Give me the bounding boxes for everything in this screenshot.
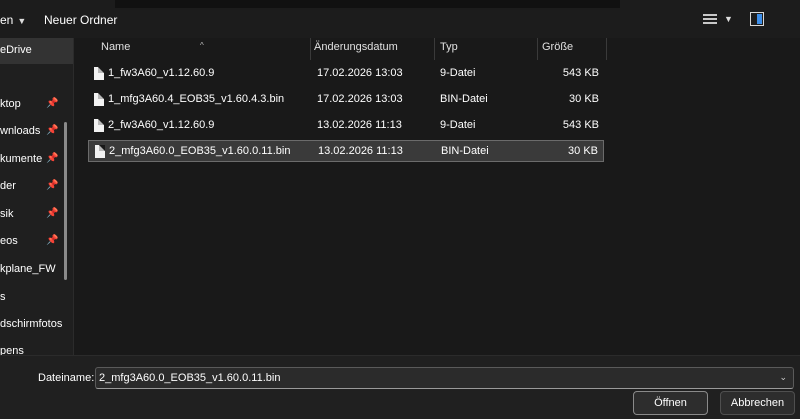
column-label: Größe: [542, 41, 574, 53]
file-row[interactable]: 1_mfg3A60.4_EOB35_v1.60.4.3.bin 17.02.20…: [88, 89, 604, 111]
column-divider[interactable]: [606, 38, 607, 60]
dialog-footer: Dateiname: ⌄ Öffnen Abbrechen: [0, 355, 800, 419]
view-options-chevron-down-icon[interactable]: ▼: [724, 14, 733, 24]
navigation-pane: eDrive ktop 📌 wnloads 📌 kumente 📌 der 📌 sik 📌…: [0, 38, 74, 355]
chevron-down-icon[interactable]: ⌄: [779, 372, 787, 383]
file-icon: [95, 145, 105, 158]
nav-item-label: kplane_FW: [0, 263, 56, 275]
column-label: Typ: [440, 41, 458, 53]
file-type: BIN-Datei: [440, 93, 488, 105]
column-label: Änderungsdatum: [314, 41, 398, 53]
file-type: 9-Datei: [440, 119, 476, 131]
organize-label: en: [0, 13, 14, 27]
file-size: 30 KB: [568, 145, 598, 157]
nav-item-onedrive[interactable]: eDrive: [0, 38, 73, 64]
preview-pane-icon[interactable]: [750, 12, 764, 26]
nav-item-documents[interactable]: kumente 📌: [0, 147, 73, 173]
list-view-icon[interactable]: [703, 14, 717, 26]
column-header-name[interactable]: ^ Name: [74, 38, 310, 60]
nav-item-videos[interactable]: eos 📌: [0, 229, 73, 255]
file-row[interactable]: 2_fw3A60_v1.12.60.9 13.02.2026 11:13 9-D…: [88, 115, 604, 137]
file-name: 1_fw3A60_v1.12.60.9: [108, 67, 215, 79]
file-icon: [94, 119, 104, 132]
nav-item-label: wnloads: [0, 125, 41, 137]
file-date: 17.02.2026 13:03: [317, 93, 403, 105]
file-name: 1_mfg3A60.4_EOB35_v1.60.4.3.bin: [108, 93, 285, 105]
nav-item-music[interactable]: sik 📌: [0, 202, 73, 228]
file-date: 13.02.2026 11:13: [318, 145, 403, 157]
pin-icon: 📌: [46, 208, 59, 219]
filename-combobox[interactable]: ⌄: [95, 367, 794, 389]
pin-icon: 📌: [46, 125, 59, 136]
nav-item-backplane-fw[interactable]: kplane_FW: [0, 257, 73, 283]
nav-item-label: ktop: [0, 98, 21, 110]
nav-scrollbar[interactable]: [64, 122, 67, 280]
organize-button[interactable]: en ▼: [0, 13, 26, 27]
nav-item-pens[interactable]: pens: [0, 339, 73, 355]
file-icon: [94, 67, 104, 80]
file-size: 543 KB: [562, 119, 599, 131]
pin-icon: 📌: [46, 180, 59, 191]
file-row-selected[interactable]: 2_mfg3A60.0_EOB35_v1.60.0.11.bin 13.02.2…: [88, 140, 604, 162]
nav-item-label: sik: [0, 208, 14, 220]
nav-item-label: eDrive: [0, 44, 32, 56]
filename-input[interactable]: [99, 370, 769, 386]
sort-ascending-icon: ^: [200, 41, 204, 50]
file-name: 2_mfg3A60.0_EOB35_v1.60.0.11.bin: [109, 145, 291, 157]
nav-item-label: eos: [0, 235, 18, 247]
pin-icon: 📌: [46, 153, 59, 164]
file-list: ^ Name Änderungsdatum Typ Größe 1_fw3A60…: [74, 38, 800, 355]
column-header-type[interactable]: Typ: [435, 38, 538, 60]
nav-item-label: der: [0, 180, 16, 192]
file-name: 2_fw3A60_v1.12.60.9: [108, 119, 215, 131]
nav-item-screenshots[interactable]: dschirmfotos: [0, 312, 73, 338]
nav-item-s[interactable]: s: [0, 285, 73, 311]
file-row[interactable]: 1_fw3A60_v1.12.60.9 17.02.2026 13:03 9-D…: [88, 63, 604, 85]
file-type: 9-Datei: [440, 67, 476, 79]
nav-item-label: s: [0, 291, 6, 303]
file-size: 30 KB: [569, 93, 599, 105]
new-folder-button[interactable]: Neuer Ordner: [44, 13, 117, 27]
column-header-date[interactable]: Änderungsdatum: [311, 38, 433, 60]
nav-item-label: kumente: [0, 153, 43, 165]
address-bar-edge: [115, 0, 620, 8]
open-button[interactable]: Öffnen: [633, 391, 708, 415]
pin-icon: 📌: [46, 98, 59, 109]
column-label: Name: [101, 41, 131, 53]
filename-label: Dateiname:: [38, 372, 95, 384]
nav-item-label: pens: [0, 345, 24, 355]
file-size: 543 KB: [562, 67, 599, 79]
nav-item-label: dschirmfotos: [0, 318, 63, 330]
column-header-size[interactable]: Größe: [538, 38, 606, 60]
nav-item-downloads[interactable]: wnloads 📌: [0, 119, 73, 145]
file-type: BIN-Datei: [441, 145, 489, 157]
toolbar: en ▼ Neuer Ordner ▼: [0, 0, 800, 38]
nav-item-pictures[interactable]: der 📌: [0, 174, 73, 200]
chevron-down-icon: ▼: [17, 16, 27, 26]
nav-item-desktop[interactable]: ktop 📌: [0, 92, 73, 118]
file-date: 17.02.2026 13:03: [317, 67, 403, 79]
file-date: 13.02.2026 11:13: [317, 119, 402, 131]
cancel-button[interactable]: Abbrechen: [720, 391, 795, 415]
file-icon: [94, 93, 104, 106]
pin-icon: 📌: [46, 235, 59, 246]
